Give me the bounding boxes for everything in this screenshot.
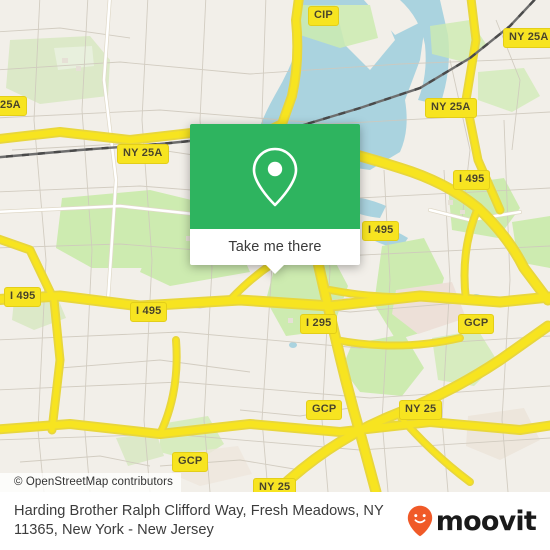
road-shield[interactable]: GCP — [172, 452, 209, 472]
road-shield[interactable]: I 295 — [300, 314, 338, 334]
road-shield[interactable]: CIP — [308, 6, 339, 26]
road-shield[interactable]: I 495 — [130, 302, 168, 322]
moovit-wordmark: moovit — [435, 505, 537, 537]
location-popup-card[interactable]: Take me there — [190, 124, 360, 274]
popup-action-label: Take me there — [228, 239, 322, 255]
address-label: Harding Brother Ralph Clifford Way, Fres… — [14, 503, 384, 538]
popup-action-button[interactable]: Take me there — [190, 229, 360, 274]
road-shield[interactable]: GCP — [458, 314, 495, 334]
road-shield[interactable]: I 495 — [4, 287, 42, 307]
road-shield[interactable]: I 495 — [453, 170, 491, 190]
map-canvas[interactable]: CIP NY 25A NY 25A 25A NY 25A I 495 I 495… — [0, 0, 550, 492]
map-attribution[interactable]: © OpenStreetMap contributors — [0, 473, 181, 492]
road-shield[interactable]: NY 25 — [399, 400, 443, 420]
road-shield[interactable]: I 495 — [362, 221, 400, 241]
map-pin-icon — [252, 147, 298, 206]
road-shield[interactable]: NY 25 — [253, 478, 297, 492]
location-info-bar: Harding Brother Ralph Clifford Way, Fres… — [0, 492, 550, 550]
road-shield[interactable]: NY 25A — [425, 98, 477, 118]
road-shield[interactable]: 25A — [0, 96, 27, 116]
road-shield[interactable]: GCP — [306, 400, 343, 420]
popup-header — [190, 124, 360, 229]
moovit-logo[interactable]: moovit — [407, 505, 537, 537]
road-shield[interactable]: NY 25A — [503, 28, 550, 48]
popup-tail — [265, 264, 285, 274]
road-shield[interactable]: NY 25A — [117, 144, 169, 164]
moovit-smiley-pin-icon — [407, 505, 432, 537]
